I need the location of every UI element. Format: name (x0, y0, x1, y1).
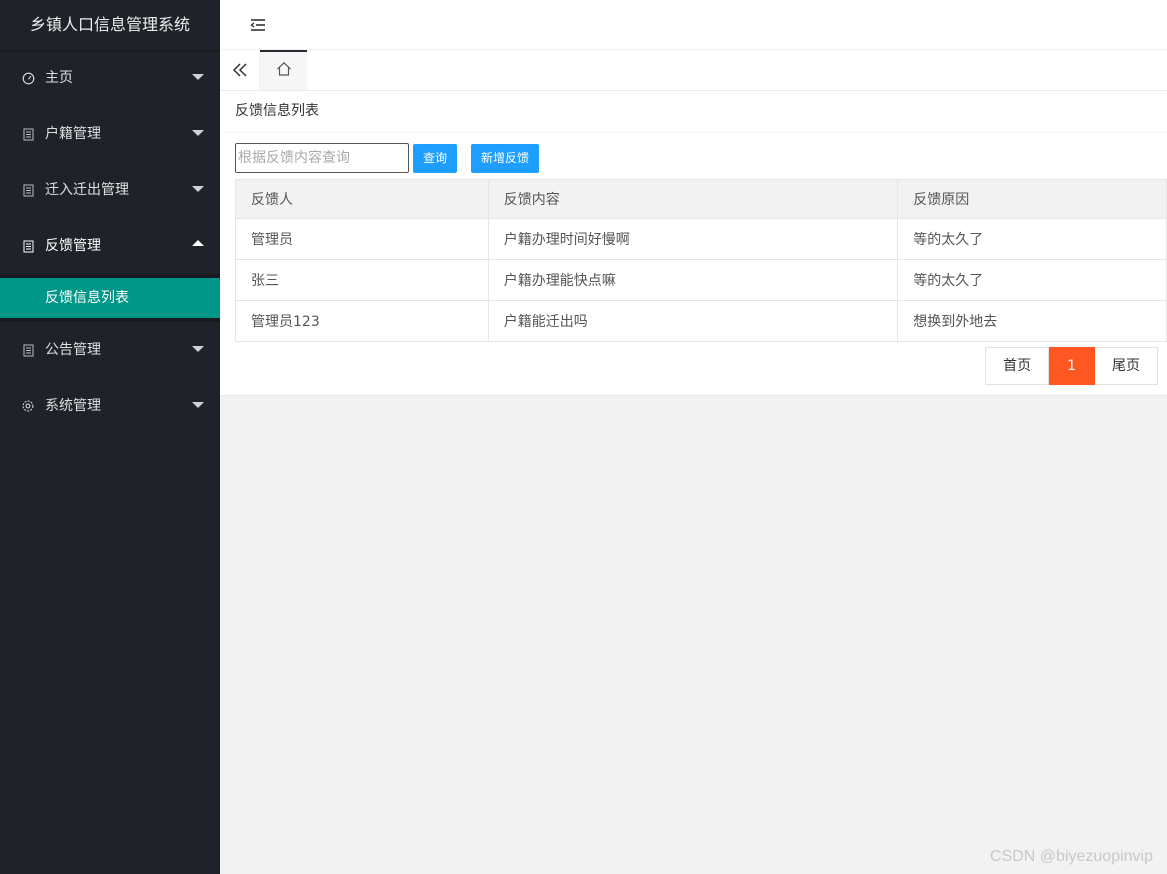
nav-item-migration[interactable]: 迁入迁出管理 (0, 162, 220, 218)
document-icon (20, 162, 36, 218)
document-icon (20, 322, 36, 378)
nav-item-label: 反馈管理 (45, 238, 101, 254)
chevron-up-icon (192, 240, 204, 246)
table-row[interactable]: 管理员 户籍办理时间好慢啊 等的太久了 (235, 218, 1167, 260)
first-page-button[interactable]: 首页 (985, 347, 1050, 385)
table-row[interactable]: 管理员123 户籍能迁出吗 想换到外地去 (235, 300, 1167, 342)
feedback-card: 反馈信息列表 查询 新增反馈 反馈人 反馈内容 反馈原因 管理员 户籍办理时间好… (220, 91, 1167, 396)
nav-item-label: 主页 (45, 70, 73, 86)
nav-item-label: 系统管理 (45, 398, 101, 414)
nav-item-feedback[interactable]: 反馈管理 (0, 218, 220, 274)
column-header[interactable]: 反馈原因 (897, 179, 1167, 219)
nav-item-system[interactable]: 系统管理 (0, 378, 220, 434)
current-page-button[interactable]: 1 (1049, 347, 1095, 385)
sub-item-feedback-list[interactable]: 反馈信息列表 (0, 278, 220, 318)
nav-item-label: 公告管理 (45, 342, 101, 358)
query-button[interactable]: 查询 (413, 144, 457, 173)
document-icon (20, 106, 36, 162)
column-header[interactable]: 反馈人 (235, 179, 489, 219)
chevron-down-icon (192, 346, 204, 352)
nav-item-home[interactable]: 主页 (0, 50, 220, 106)
table-cell: 等的太久了 (897, 218, 1167, 260)
feedback-table: 反馈人 反馈内容 反馈原因 管理员 户籍办理时间好慢啊 等的太久了 张三 户籍办… (235, 179, 1167, 342)
nav-item-label: 迁入迁出管理 (45, 182, 129, 198)
table-cell: 户籍能迁出吗 (487, 300, 899, 342)
add-feedback-button[interactable]: 新增反馈 (471, 144, 539, 173)
table-cell: 想换到外地去 (897, 300, 1167, 342)
chevron-down-icon (192, 130, 204, 136)
table-cell: 户籍办理能快点嘛 (487, 259, 899, 301)
tabs-bar (220, 50, 1167, 91)
nav-item-household[interactable]: 户籍管理 (0, 106, 220, 162)
nav-item-label: 户籍管理 (45, 126, 101, 142)
table-row[interactable]: 张三 户籍办理能快点嘛 等的太久了 (235, 259, 1167, 301)
top-header (220, 0, 1167, 50)
indent-icon[interactable] (248, 15, 268, 35)
dashboard-icon (20, 50, 36, 106)
double-chevron-left-icon[interactable] (220, 50, 260, 90)
home-icon (276, 61, 292, 81)
document-icon (20, 218, 36, 274)
feedback-table-wrapper: 反馈人 反馈内容 反馈原因 管理员 户籍办理时间好慢啊 等的太久了 张三 户籍办… (235, 179, 1167, 342)
tab-home[interactable] (260, 50, 307, 90)
search-input[interactable] (235, 143, 409, 173)
gear-icon (20, 378, 36, 434)
table-cell: 等的太久了 (897, 259, 1167, 301)
chevron-down-icon (192, 74, 204, 80)
table-cell: 管理员 (235, 218, 489, 260)
pagination: 首页 1 尾页 (985, 347, 1158, 385)
table-header-row: 反馈人 反馈内容 反馈原因 (235, 179, 1167, 219)
table-cell: 户籍办理时间好慢啊 (487, 218, 899, 260)
last-page-button[interactable]: 尾页 (1095, 347, 1158, 385)
table-cell: 管理员123 (235, 300, 489, 342)
chevron-down-icon (192, 402, 204, 408)
nav-menu: 主页 户籍管理 迁入迁出管理 反馈管理 反馈信息列表 公告管理 系统管理 (0, 50, 220, 434)
app-logo-title[interactable]: 乡镇人口信息管理系统 (0, 0, 220, 50)
column-header[interactable]: 反馈内容 (487, 179, 899, 219)
chevron-down-icon (192, 186, 204, 192)
watermark: CSDN @biyezuopinvip (990, 848, 1153, 865)
sidebar: 乡镇人口信息管理系统 主页 户籍管理 迁入迁出管理 反馈管理 反馈信息列表 公告… (0, 0, 220, 874)
feedback-submenu: 反馈信息列表 (0, 274, 220, 322)
card-title: 反馈信息列表 (220, 91, 1167, 133)
nav-item-notice[interactable]: 公告管理 (0, 322, 220, 378)
table-cell: 张三 (235, 259, 489, 301)
